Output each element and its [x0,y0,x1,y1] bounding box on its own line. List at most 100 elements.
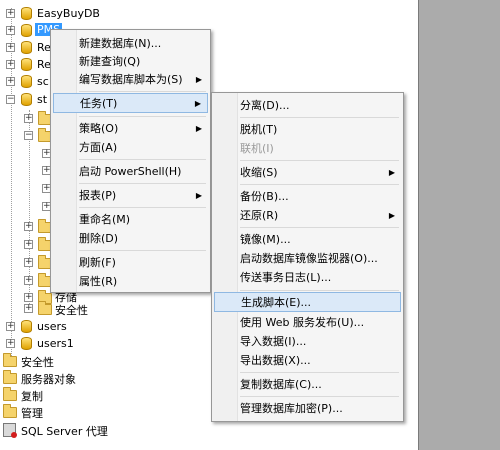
tree-node-server-security[interactable]: 安全性 [0,352,140,369]
expand-toggle[interactable]: + [6,9,15,18]
menu-item-label: 复制数据库(C)... [240,378,322,391]
menu-item-label: 镜像(M)... [240,233,291,246]
folder-icon [38,301,52,315]
menu-item-mirror[interactable]: 镜像(M)... [214,229,401,249]
menu-item-label: 策略(O) [79,122,119,135]
tree-node-label: 管理 [21,407,43,420]
menu-item-delete[interactable]: 删除(D) [53,228,208,248]
menu-item-launch-mirroring-monitor[interactable]: 启动数据库镜像监视器(O)... [214,248,401,268]
document-area-background [418,0,500,450]
menu-item-label: 重命名(M) [79,213,131,226]
menu-separator [240,372,399,373]
menu-item-new-query[interactable]: 新建查询(Q) [53,51,208,71]
database-icon [21,93,32,106]
menu-item-generate-scripts[interactable]: 生成脚本(E)... [214,292,401,312]
expand-toggle[interactable]: + [24,114,33,123]
tree-node-label: 安全性 [55,304,88,317]
expand-toggle[interactable]: + [6,322,15,331]
tree-node-label: users [37,320,67,333]
expand-toggle[interactable]: + [24,258,33,267]
database-icon [21,7,32,20]
tree-node-label: st [37,93,48,106]
menu-separator [79,159,206,160]
expand-toggle[interactable]: + [6,43,15,52]
menu-item-label: 导出数据(X)... [240,354,311,367]
tree-node-label: 复制 [21,390,43,403]
menu-item-restore[interactable]: 还原(R) ▶ [214,205,401,225]
submenu-arrow-icon: ▶ [388,210,395,220]
tree-node-replication[interactable]: 复制 [0,386,140,403]
collapse-toggle[interactable]: − [6,95,15,104]
tree-node-db-security[interactable]: + 安全性 [0,300,140,317]
tree-node-label: SQL Server 代理 [21,425,108,438]
menu-item-label: 删除(D) [79,232,119,245]
menu-item-start-powershell[interactable]: 启动 PowerShell(H) [53,161,208,181]
tree-node-label: EasyBuyDB [37,7,100,20]
menu-item-facets[interactable]: 方面(A) [53,137,208,157]
menu-separator [240,117,399,118]
menu-item-label: 启动 PowerShell(H) [79,165,182,178]
menu-item-rename[interactable]: 重命名(M) [53,209,208,229]
menu-item-new-database[interactable]: 新建数据库(N)... [53,33,208,53]
menu-item-label: 脱机(T) [240,123,278,136]
menu-item-detach[interactable]: 分离(D)... [214,95,401,115]
collapse-toggle[interactable]: − [24,131,33,140]
tree-node-label: 服务器对象 [21,373,76,386]
tree-node-users[interactable]: + users [0,318,140,335]
menu-separator [79,183,206,184]
menu-item-policies[interactable]: 策略(O) ▶ [53,118,208,138]
tree-node-sql-server-agent[interactable]: SQL Server 代理 [0,421,160,438]
menu-item-ship-transaction-logs[interactable]: 传送事务日志(L)... [214,267,401,287]
menu-item-reports[interactable]: 报表(P) ▶ [53,185,208,205]
menu-separator [79,250,206,251]
database-icon [21,75,32,88]
submenu-arrow-icon: ▶ [388,167,395,177]
menu-item-properties[interactable]: 属性(R) [53,271,208,291]
menu-item-export-data[interactable]: 导出数据(X)... [214,350,401,370]
menu-item-label: 收缩(S) [240,166,278,179]
menu-item-shrink[interactable]: 收缩(S) ▶ [214,162,401,182]
menu-item-label: 刷新(F) [79,256,116,269]
menu-item-import-data[interactable]: 导入数据(I)... [214,331,401,351]
database-icon [21,41,32,54]
submenu-arrow-icon: ▶ [195,74,202,84]
menu-item-label: 新建查询(Q) [79,55,141,68]
database-icon [21,320,32,333]
tree-node-label: Re [37,58,51,71]
expand-toggle[interactable]: + [24,240,33,249]
menu-item-bring-online: 联机(I) [214,138,401,158]
menu-separator [79,116,206,117]
menu-item-label: 传送事务日志(L)... [240,271,332,284]
menu-separator [240,227,399,228]
tree-node-server-objects[interactable]: 服务器对象 [0,369,140,386]
menu-item-tasks[interactable]: 任务(T) ▶ [53,93,208,113]
tree-node-management[interactable]: 管理 [0,403,140,420]
menu-item-label: 还原(R) [240,209,279,222]
menu-item-backup[interactable]: 备份(B)... [214,186,401,206]
expand-toggle[interactable]: + [6,339,15,348]
tree-node-easybuydb[interactable]: + EasyBuyDB [0,5,200,22]
menu-item-label: 编写数据库脚本为(S) [79,73,183,86]
database-icon [21,24,32,37]
folder-icon [3,353,17,367]
expand-toggle[interactable]: + [6,60,15,69]
menu-item-label: 启动数据库镜像监视器(O)... [240,252,378,265]
expand-toggle[interactable]: + [24,222,33,231]
expand-toggle[interactable]: + [6,77,15,86]
context-menu: 新建数据库(N)... 新建查询(Q) 编写数据库脚本为(S) ▶ 任务(T) ▶ … [50,29,211,293]
menu-item-script-database-as[interactable]: 编写数据库脚本为(S) ▶ [53,69,208,89]
expand-toggle[interactable]: + [24,304,33,313]
expand-toggle[interactable]: + [6,26,15,35]
sql-agent-icon [3,423,17,438]
menu-item-refresh[interactable]: 刷新(F) [53,252,208,272]
menu-item-label: 新建数据库(N)... [79,37,162,50]
tree-node-users1[interactable]: + users1 [0,335,140,352]
menu-item-manage-database-encryption[interactable]: 管理数据库加密(P)... [214,398,401,418]
submenu-arrow-icon: ▶ [195,190,202,200]
expand-toggle[interactable]: + [24,276,33,285]
tree-node-label: 安全性 [21,356,54,369]
menu-item-publish-web-service[interactable]: 使用 Web 服务发布(U)... [214,312,401,332]
menu-item-copy-database[interactable]: 复制数据库(C)... [214,374,401,394]
menu-item-take-offline[interactable]: 脱机(T) [214,119,401,139]
menu-item-label: 任务(T) [80,97,118,110]
